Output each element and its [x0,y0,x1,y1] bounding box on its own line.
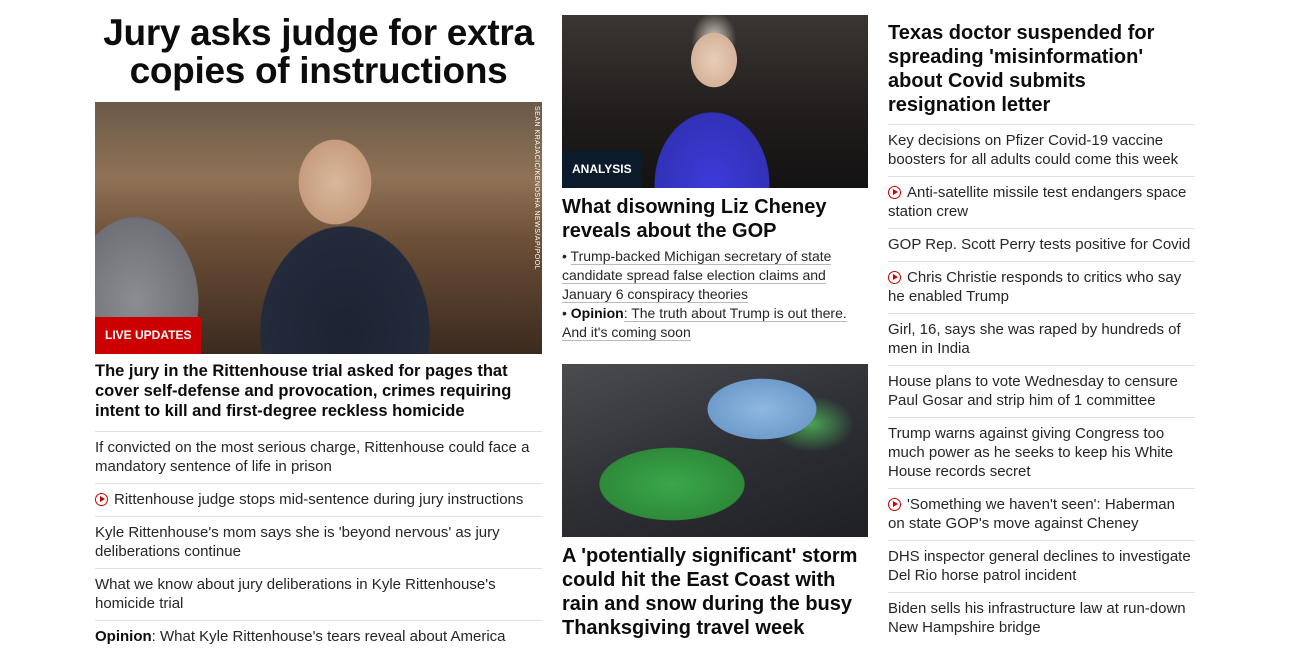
hero-image-link[interactable]: SEAN KRAJACIC/KENOSHA NEWS/AP/POOL LIVE … [95,102,542,354]
live-updates-badge: LIVE UPDATES [95,317,202,354]
video-story-link[interactable]: 'Something we haven't seen': Haberman on… [888,496,1175,532]
main-headline: Jury asks judge for extra copies of inst… [103,12,534,91]
cheney-bullets: • Trump-backed Michigan secretary of sta… [562,247,868,342]
cheney-headline-link[interactable]: What disowning Liz Cheney reveals about … [562,195,868,243]
video-story-link[interactable]: Anti-satellite missile test endangers sp… [888,184,1186,220]
list-item[interactable]: Key decisions on Pfizer Covid-19 vaccine… [888,124,1195,176]
headlines-column: Texas doctor suspended for spreading 'mi… [888,0,1195,644]
story-link[interactable]: What we know about jury deliberations in… [95,576,496,612]
play-circle-icon [888,186,901,199]
opinion-text: : What Kyle Rittenhouse's tears reveal a… [151,628,506,645]
story-link[interactable]: House plans to vote Wednesday to censure… [888,373,1178,409]
list-item[interactable]: If convicted on the most serious charge,… [95,431,542,483]
list-item[interactable]: House plans to vote Wednesday to censure… [888,365,1195,417]
lead-story-title: The jury in the Rittenhouse trial asked … [95,362,512,420]
photo-credit: SEAN KRAJACIC/KENOSHA NEWS/AP/POOL [533,106,540,271]
list-item[interactable]: Rittenhouse judge stops mid-sentence dur… [95,483,542,516]
cheney-image-link[interactable]: ANALYSIS [562,15,868,188]
story-link[interactable]: Kyle Rittenhouse's mom says she is 'beyo… [95,524,500,560]
list-item[interactable]: Anti-satellite missile test endangers sp… [888,176,1195,228]
story-link[interactable]: Biden sells his infrastructure law at ru… [888,600,1186,636]
list-item[interactable]: 'Something we haven't seen': Haberman on… [888,488,1195,540]
play-circle-icon [95,493,108,506]
storm-map-image [562,364,868,537]
storm-headline: A 'potentially significant' storm could … [562,545,858,639]
list-item[interactable]: Opinion: What Kyle Rittenhouse's tears r… [95,620,542,653]
texas-doctor-headline-link[interactable]: Texas doctor suspended for spreading 'mi… [888,21,1195,117]
list-item[interactable]: Chris Christie responds to critics who s… [888,261,1195,313]
play-circle-icon [888,498,901,511]
list-item[interactable]: GOP Rep. Scott Perry tests positive for … [888,228,1195,261]
bullet-item[interactable]: • Opinion: The truth about Trump is out … [562,304,868,342]
video-story-link[interactable]: Chris Christie responds to critics who s… [888,269,1181,305]
story-link[interactable]: GOP Rep. Scott Perry tests positive for … [888,236,1190,253]
secondary-column: ANALYSIS What disowning Liz Cheney revea… [562,15,868,640]
bullet-opinion-link[interactable]: Opinion: The truth about Trump is out th… [562,305,847,341]
list-item[interactable]: Biden sells his infrastructure law at ru… [888,592,1195,644]
analysis-badge: ANALYSIS [562,151,642,188]
story-link[interactable]: DHS inspector general declines to invest… [888,548,1191,584]
list-item[interactable]: Girl, 16, says she was raped by hundreds… [888,313,1195,365]
video-story-link[interactable]: Rittenhouse judge stops mid-sentence dur… [114,491,523,508]
list-item[interactable]: DHS inspector general declines to invest… [888,540,1195,592]
cheney-headline: What disowning Liz Cheney reveals about … [562,196,827,242]
story-link[interactable]: Key decisions on Pfizer Covid-19 vaccine… [888,132,1178,168]
opinion-label: Opinion [95,628,152,645]
story-link[interactable]: Trump warns against giving Congress too … [888,425,1173,480]
opinion-label: Opinion [570,305,624,321]
headlines-list: Key decisions on Pfizer Covid-19 vaccine… [888,124,1195,644]
lead-story-link[interactable]: The jury in the Rittenhouse trial asked … [95,361,542,421]
main-headline-link[interactable]: Jury asks judge for extra copies of inst… [95,14,542,90]
bullet-item[interactable]: • Trump-backed Michigan secretary of sta… [562,247,868,304]
opinion-story-link[interactable]: Opinion: What Kyle Rittenhouse's tears r… [95,628,506,645]
storm-image-link[interactable] [562,364,868,537]
list-item[interactable]: Trump warns against giving Congress too … [888,417,1195,488]
storm-headline-link[interactable]: A 'potentially significant' storm could … [562,544,868,640]
related-stories-list: If convicted on the most serious charge,… [95,431,542,653]
bullet-link[interactable]: Trump-backed Michigan secretary of state… [562,248,832,303]
main-story-column: Jury asks judge for extra copies of inst… [95,0,542,653]
list-item[interactable]: What we know about jury deliberations in… [95,568,542,620]
story-link[interactable]: Girl, 16, says she was raped by hundreds… [888,321,1181,357]
play-circle-icon [888,271,901,284]
list-item[interactable]: Kyle Rittenhouse's mom says she is 'beyo… [95,516,542,568]
texas-doctor-headline: Texas doctor suspended for spreading 'mi… [888,22,1155,116]
story-link[interactable]: If convicted on the most serious charge,… [95,439,529,475]
